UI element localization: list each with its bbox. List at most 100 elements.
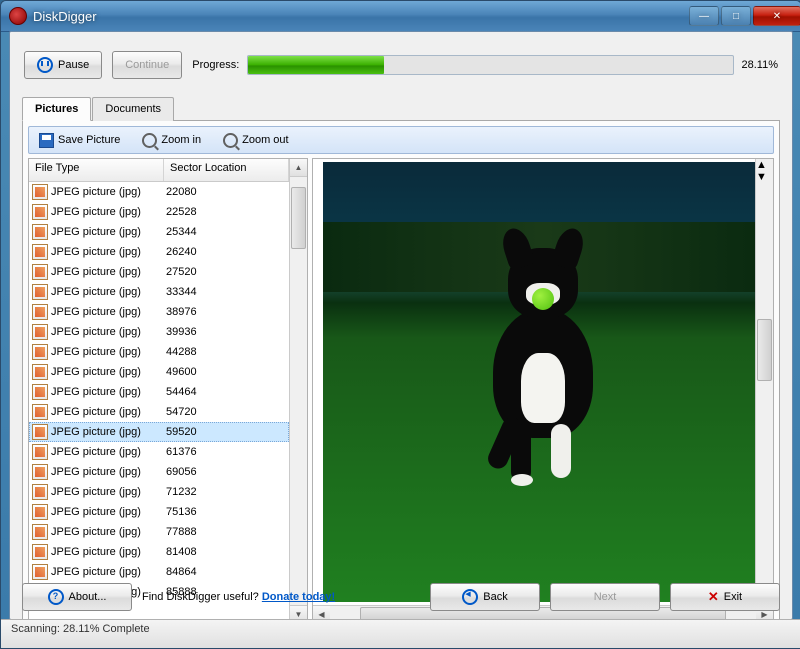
- file-type-cell: JPEG picture (jpg): [51, 306, 141, 318]
- file-row[interactable]: JPEG picture (jpg) 84864: [29, 562, 289, 582]
- zoom-out-icon: [223, 133, 238, 148]
- preview-image: [313, 159, 773, 605]
- toolbar: Save Picture Zoom in Zoom out: [28, 126, 774, 154]
- file-icon: [32, 224, 48, 240]
- window-title: DiskDigger: [33, 9, 97, 24]
- client-area: Pause Continue Progress: 28.11% Pictures…: [9, 31, 793, 620]
- file-icon: [32, 244, 48, 260]
- file-row[interactable]: JPEG picture (jpg) 61376: [29, 442, 289, 462]
- file-row[interactable]: JPEG picture (jpg) 69056: [29, 462, 289, 482]
- list-scrollbar[interactable]: ▲ ▼: [289, 159, 307, 623]
- exit-icon: ✕: [708, 589, 719, 605]
- scroll-up-icon[interactable]: ▲: [290, 159, 307, 177]
- file-type-cell: JPEG picture (jpg): [51, 246, 141, 258]
- sector-cell: 81408: [160, 546, 289, 558]
- close-button[interactable]: ✕: [753, 6, 800, 26]
- tab-pictures[interactable]: Pictures: [22, 97, 91, 121]
- col-header-sector[interactable]: Sector Location: [164, 159, 289, 181]
- progress-fill: [248, 56, 384, 74]
- file-row[interactable]: JPEG picture (jpg) 22528: [29, 202, 289, 222]
- file-row[interactable]: JPEG picture (jpg)22080: [29, 182, 289, 202]
- zoom-out-button[interactable]: Zoom out: [219, 131, 292, 150]
- preview-pane: ▲ ▼ ◀ ▶: [312, 158, 774, 624]
- file-row[interactable]: JPEG picture (jpg) 27520: [29, 262, 289, 282]
- file-type-cell: JPEG picture (jpg): [51, 266, 141, 278]
- file-row[interactable]: JPEG picture (jpg) 81408: [29, 542, 289, 562]
- file-type-cell: JPEG picture (jpg): [51, 286, 141, 298]
- back-icon: [462, 589, 478, 605]
- file-type-cell: JPEG picture (jpg): [51, 506, 141, 518]
- sector-cell: 33344: [160, 286, 289, 298]
- file-row[interactable]: JPEG picture (jpg)49600: [29, 362, 289, 382]
- pause-button[interactable]: Pause: [24, 51, 102, 79]
- next-button[interactable]: Next: [550, 583, 660, 611]
- progress-percent: 28.11%: [742, 59, 779, 71]
- sector-cell: 84864: [160, 566, 289, 578]
- tab-documents[interactable]: Documents: [92, 97, 174, 121]
- scroll-down-icon[interactable]: ▼: [756, 171, 773, 183]
- continue-button[interactable]: Continue: [112, 51, 182, 79]
- file-icon: [32, 444, 48, 460]
- sector-cell: 44288: [160, 346, 289, 358]
- preview-v-scrollbar[interactable]: ▲ ▼: [755, 159, 773, 606]
- sector-cell: 69056: [160, 466, 289, 478]
- file-type-cell: JPEG picture (jpg): [51, 466, 141, 478]
- file-type-cell: JPEG picture (jpg): [51, 346, 141, 358]
- sector-cell: 26240: [160, 246, 289, 258]
- about-button[interactable]: ? About...: [22, 583, 132, 611]
- file-row[interactable]: JPEG picture (jpg) 44288: [29, 342, 289, 362]
- file-row[interactable]: JPEG picture (jpg)59520: [29, 422, 289, 442]
- scroll-thumb[interactable]: [757, 319, 772, 381]
- file-row[interactable]: JPEG picture (jpg)39936: [29, 322, 289, 342]
- sector-cell: 54464: [160, 386, 289, 398]
- sector-cell: 59520: [160, 426, 289, 438]
- app-icon: [9, 7, 27, 25]
- file-row[interactable]: JPEG picture (jpg) 54720: [29, 402, 289, 422]
- sector-cell: 49600: [160, 366, 289, 378]
- sector-cell: 39936: [160, 326, 289, 338]
- file-icon: [32, 264, 48, 280]
- file-type-cell: JPEG picture (jpg): [51, 566, 141, 578]
- maximize-button[interactable]: □: [721, 6, 751, 26]
- file-icon: [32, 404, 48, 420]
- save-icon: [39, 133, 54, 148]
- file-list: File Type Sector Location JPEG picture (…: [28, 158, 308, 624]
- sector-cell: 22528: [160, 206, 289, 218]
- file-icon: [32, 504, 48, 520]
- file-icon: [32, 484, 48, 500]
- file-type-cell: JPEG picture (jpg): [51, 386, 141, 398]
- sector-cell: 75136: [160, 506, 289, 518]
- file-row[interactable]: JPEG picture (jpg) 75136: [29, 502, 289, 522]
- zoom-in-button[interactable]: Zoom in: [138, 131, 205, 150]
- file-type-cell: JPEG picture (jpg): [51, 546, 141, 558]
- file-row[interactable]: JPEG picture (jpg)77888: [29, 522, 289, 542]
- donate-link[interactable]: Donate today!: [262, 591, 335, 603]
- minimize-button[interactable]: —: [689, 6, 719, 26]
- sector-cell: 61376: [160, 446, 289, 458]
- file-type-cell: JPEG picture (jpg): [51, 186, 141, 198]
- file-type-cell: JPEG picture (jpg): [51, 206, 141, 218]
- save-picture-button[interactable]: Save Picture: [35, 131, 124, 150]
- file-row[interactable]: JPEG picture (jpg)38976: [29, 302, 289, 322]
- file-row[interactable]: JPEG picture (jpg)25344: [29, 222, 289, 242]
- file-row[interactable]: JPEG picture (jpg) 54464: [29, 382, 289, 402]
- file-row[interactable]: JPEG picture (jpg)71232: [29, 482, 289, 502]
- back-button[interactable]: Back: [430, 583, 540, 611]
- file-icon: [32, 424, 48, 440]
- scroll-up-icon[interactable]: ▲: [756, 159, 773, 171]
- sector-cell: 25344: [160, 226, 289, 238]
- pause-icon: [37, 57, 53, 73]
- titlebar[interactable]: DiskDigger — □ ✕: [1, 1, 800, 32]
- file-row[interactable]: JPEG picture (jpg) 33344: [29, 282, 289, 302]
- exit-button[interactable]: ✕ Exit: [670, 583, 780, 611]
- sector-cell: 27520: [160, 266, 289, 278]
- file-row[interactable]: JPEG picture (jpg) 26240: [29, 242, 289, 262]
- sector-cell: 71232: [160, 486, 289, 498]
- col-header-filetype[interactable]: File Type: [29, 159, 164, 181]
- file-type-cell: JPEG picture (jpg): [51, 406, 141, 418]
- file-icon: [32, 304, 48, 320]
- scroll-thumb[interactable]: [291, 187, 306, 249]
- sector-cell: 54720: [160, 406, 289, 418]
- file-type-cell: JPEG picture (jpg): [51, 446, 141, 458]
- file-icon: [32, 324, 48, 340]
